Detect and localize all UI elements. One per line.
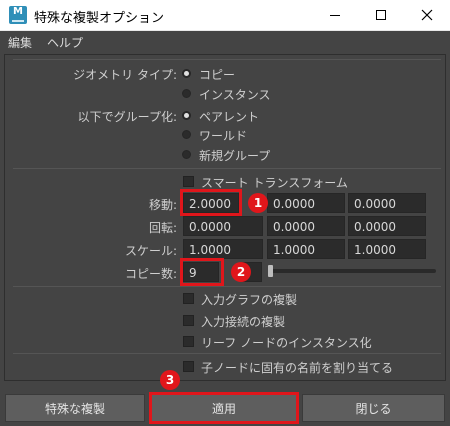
title-bar: M 特殊な複製オプション bbox=[0, 0, 450, 31]
duplicate-input-graph-label: 入力グラフの複製 bbox=[201, 293, 298, 307]
translate-y-field[interactable]: 0.0000 bbox=[267, 193, 345, 213]
step-badge-2: 2 bbox=[231, 262, 251, 282]
translate-z-field[interactable]: 0.0000 bbox=[348, 193, 426, 213]
smart-transform-checkbox[interactable] bbox=[183, 176, 194, 187]
scale-label: スケール: bbox=[124, 244, 177, 258]
step-badge-3: 3 bbox=[160, 370, 180, 390]
duplicate-input-connections-label: 入力接続の複製 bbox=[201, 315, 286, 329]
maximize-icon bbox=[376, 10, 386, 20]
instance-leaf-nodes-label: リーフ ノードのインスタンス化 bbox=[201, 336, 372, 350]
step-badge-1: 1 bbox=[248, 193, 268, 213]
special-duplicate-button[interactable]: 特殊な複製 bbox=[5, 394, 145, 422]
divider bbox=[13, 59, 441, 60]
options-panel: ジオメトリ タイプ: コピー インスタンス 以下でグループ化: ペアレント ワー… bbox=[4, 54, 446, 381]
minimize-icon bbox=[330, 15, 340, 16]
maya-app-icon: M bbox=[9, 6, 27, 24]
duplicate-input-graph-checkbox[interactable] bbox=[183, 293, 194, 304]
minimize-button[interactable] bbox=[312, 0, 358, 31]
geometry-type-label: ジオメトリ タイプ: bbox=[73, 68, 177, 82]
radio-world[interactable] bbox=[182, 130, 191, 139]
rotate-z-field[interactable]: 0.0000 bbox=[348, 216, 426, 236]
radio-world-label: ワールド bbox=[199, 129, 248, 143]
scale-z-field[interactable]: 1.0000 bbox=[348, 239, 426, 259]
rotate-x-field[interactable]: 0.0000 bbox=[183, 216, 263, 236]
menu-edit[interactable]: 編集 bbox=[8, 34, 32, 51]
radio-parent[interactable] bbox=[182, 111, 191, 120]
instance-leaf-nodes-checkbox[interactable] bbox=[183, 336, 194, 347]
group-under-label: 以下でグループ化: bbox=[77, 110, 177, 124]
menu-bar: 編集 ヘルプ bbox=[0, 31, 450, 53]
assign-unique-names-label: 子ノードに固有の名前を割り当てる bbox=[201, 361, 394, 375]
highlight-copies bbox=[180, 258, 224, 286]
scale-x-field[interactable]: 1.0000 bbox=[183, 239, 263, 259]
radio-copy[interactable] bbox=[182, 69, 191, 78]
radio-parent-label: ペアレント bbox=[199, 110, 260, 124]
radio-new-group[interactable] bbox=[182, 150, 191, 159]
close-window-button[interactable] bbox=[404, 0, 450, 31]
radio-instance-label: インスタンス bbox=[199, 88, 271, 102]
translate-label: 移動: bbox=[148, 198, 177, 212]
duplicate-input-connections-checkbox[interactable] bbox=[183, 315, 194, 326]
highlight-translate-x bbox=[180, 189, 242, 216]
rotate-label: 回転: bbox=[148, 221, 177, 235]
divider bbox=[13, 286, 441, 287]
copies-slider[interactable] bbox=[268, 269, 436, 273]
highlight-apply bbox=[149, 392, 299, 424]
divider bbox=[13, 168, 441, 169]
assign-unique-names-checkbox[interactable] bbox=[183, 361, 194, 372]
radio-copy-label: コピー bbox=[199, 68, 236, 82]
radio-new-group-label: 新規グループ bbox=[199, 149, 271, 163]
radio-instance[interactable] bbox=[182, 89, 191, 98]
close-icon bbox=[421, 9, 433, 21]
close-button[interactable]: 閉じる bbox=[302, 394, 445, 422]
divider bbox=[13, 353, 441, 354]
scale-y-field[interactable]: 1.0000 bbox=[267, 239, 345, 259]
copies-slider-handle[interactable] bbox=[268, 265, 273, 277]
menu-help[interactable]: ヘルプ bbox=[47, 34, 83, 51]
rotate-y-field[interactable]: 0.0000 bbox=[267, 216, 345, 236]
window-title: 特殊な複製オプション bbox=[34, 11, 165, 26]
maximize-button[interactable] bbox=[358, 0, 404, 31]
copies-label: コピー数: bbox=[124, 267, 177, 281]
